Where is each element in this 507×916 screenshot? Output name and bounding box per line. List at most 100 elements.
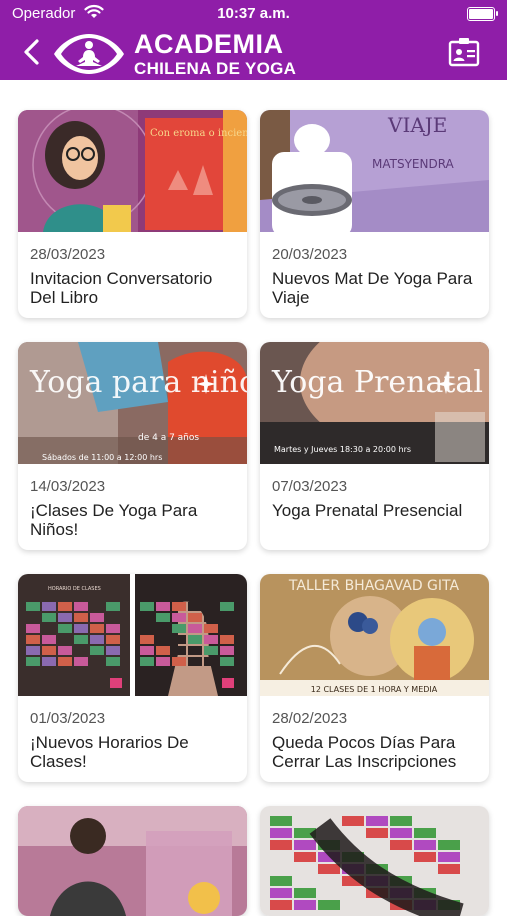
schedule-cell	[414, 816, 436, 826]
schedule-cell	[294, 888, 316, 898]
schedule-cell	[414, 852, 436, 862]
schedule-cell	[366, 816, 388, 826]
schedule-cell	[318, 900, 340, 910]
news-thumbnail: Con eroma o incienso	[18, 110, 247, 232]
schedule-cell	[390, 816, 412, 826]
schedule-cell	[140, 624, 154, 633]
schedule-cell	[342, 816, 364, 826]
news-thumbnail: Yoga para niños de 4 a 7 años Sábados de…	[18, 342, 247, 464]
schedule-cell	[26, 635, 40, 644]
meditation-logo-icon	[54, 34, 124, 74]
schedule-cell	[438, 828, 460, 838]
news-date: 07/03/2023	[272, 478, 348, 495]
schedule-cell	[366, 900, 388, 910]
schedule-cell	[156, 602, 170, 611]
news-card[interactable]: Yoga para niños de 4 a 7 años Sábados de…	[18, 342, 247, 550]
nav-bar: ACADEMIA CHILENA DE YOGA	[0, 28, 507, 80]
schedule-cell	[58, 657, 72, 666]
news-thumbnail: VIAJE MATSYENDRA	[260, 110, 489, 232]
schedule-cell	[438, 840, 460, 850]
schedule-cell	[414, 840, 436, 850]
schedule-cell	[204, 602, 218, 611]
schedule-cell	[390, 852, 412, 862]
profile-card-button[interactable]	[447, 35, 481, 69]
schedule-cell	[156, 657, 170, 666]
schedule-cell	[42, 613, 56, 622]
thumb-subcaption: de 4 a 7 años	[138, 433, 199, 443]
schedule-cell	[26, 613, 40, 622]
schedule-cell	[26, 624, 40, 633]
news-date: 01/03/2023	[30, 710, 106, 727]
schedule-cell	[106, 635, 120, 644]
schedule-cell	[294, 840, 316, 850]
schedule-cell	[106, 613, 120, 622]
news-date: 28/02/2023	[272, 710, 348, 727]
news-title: Invitacion Conversatorio Del Libro	[30, 269, 213, 307]
schedule-cell	[90, 646, 104, 655]
news-date: 14/03/2023	[30, 478, 106, 495]
schedule-cell	[172, 635, 186, 644]
schedule-cell	[270, 900, 292, 910]
schedule-cell	[42, 635, 56, 644]
schedule-cell	[220, 624, 234, 633]
schedule-cell	[140, 635, 154, 644]
news-card[interactable]: Con eroma o incienso 28/03/2023 Invitaci…	[18, 110, 247, 318]
schedule-cell	[188, 624, 202, 633]
schedule-cell	[90, 657, 104, 666]
schedule-cell	[390, 864, 412, 874]
schedule-cell	[438, 852, 460, 862]
thumb-caption: Con eroma o incienso	[150, 128, 247, 139]
news-date: 20/03/2023	[272, 246, 348, 263]
schedule-cell	[58, 613, 72, 622]
schedule-cell	[342, 888, 364, 898]
news-title: ¡Clases De Yoga Para Niños!	[30, 501, 198, 539]
schedule-cell	[188, 613, 202, 622]
schedule-cell	[106, 646, 120, 655]
schedule-cell	[172, 657, 186, 666]
news-card[interactable]: VIAJE MATSYENDRA 20/03/2023 Nuevos Mat D…	[260, 110, 489, 318]
schedule-cell	[58, 624, 72, 633]
schedule-cell	[58, 646, 72, 655]
brand-title: ACADEMIA	[134, 29, 284, 59]
schedule-cell	[156, 624, 170, 633]
schedule-cell	[74, 602, 88, 611]
chevron-left-icon	[24, 39, 39, 65]
schedule-cell	[270, 816, 292, 826]
status-bar: Operador 10:37 a.m.	[0, 0, 507, 28]
schedule-cell	[140, 613, 154, 622]
schedule-cell	[106, 624, 120, 633]
schedule-cell	[342, 900, 364, 910]
news-grid: Con eroma o incienso 28/03/2023 Invitaci…	[18, 110, 490, 916]
schedule-cell	[220, 613, 234, 622]
news-thumbnail: TALLER BHAGAVAD GITA 12 CLASES DE 1 HORA…	[260, 574, 489, 696]
schedule-cell	[140, 602, 154, 611]
thumb-caption: Yoga para niños	[29, 365, 247, 400]
battery-icon	[467, 7, 498, 21]
schedule-cell	[220, 635, 234, 644]
schedule-cell	[140, 657, 154, 666]
thumb-caption: Yoga Prenatal	[271, 365, 483, 400]
schedule-cell	[90, 624, 104, 633]
schedule-cell	[220, 646, 234, 655]
news-card[interactable]: HORARIO DE CLASES 01/03/2023 ¡Nuevos Hor…	[18, 574, 247, 782]
schedule-cell	[438, 876, 460, 886]
schedule-cell	[220, 657, 234, 666]
schedule-cell	[172, 646, 186, 655]
schedule-cell	[156, 613, 170, 622]
news-card[interactable]: Yoga Prenatal Martes y Jueves 18:30 a 20…	[260, 342, 489, 550]
thumb-subcaption: MATSYENDRA	[372, 157, 455, 171]
news-card[interactable]: TALLER BHAGAVAD GITA 12 CLASES DE 1 HORA…	[260, 574, 489, 782]
schedule-cell	[26, 657, 40, 666]
brand-subtitle: CHILENA DE YOGA	[134, 59, 297, 78]
schedule-cell	[74, 635, 88, 644]
schedule-cell	[188, 646, 202, 655]
back-button[interactable]	[16, 34, 46, 70]
schedule-cell	[188, 657, 202, 666]
schedule-cell	[90, 635, 104, 644]
schedule-cell	[74, 613, 88, 622]
schedule-cell	[188, 635, 202, 644]
schedule-cell	[414, 864, 436, 874]
brand-logo: ACADEMIA CHILENA DE YOGA	[52, 30, 296, 78]
news-title: Queda Pocos Días Para Cerrar Las Inscrip…	[272, 733, 457, 771]
schedule-cell	[220, 602, 234, 611]
